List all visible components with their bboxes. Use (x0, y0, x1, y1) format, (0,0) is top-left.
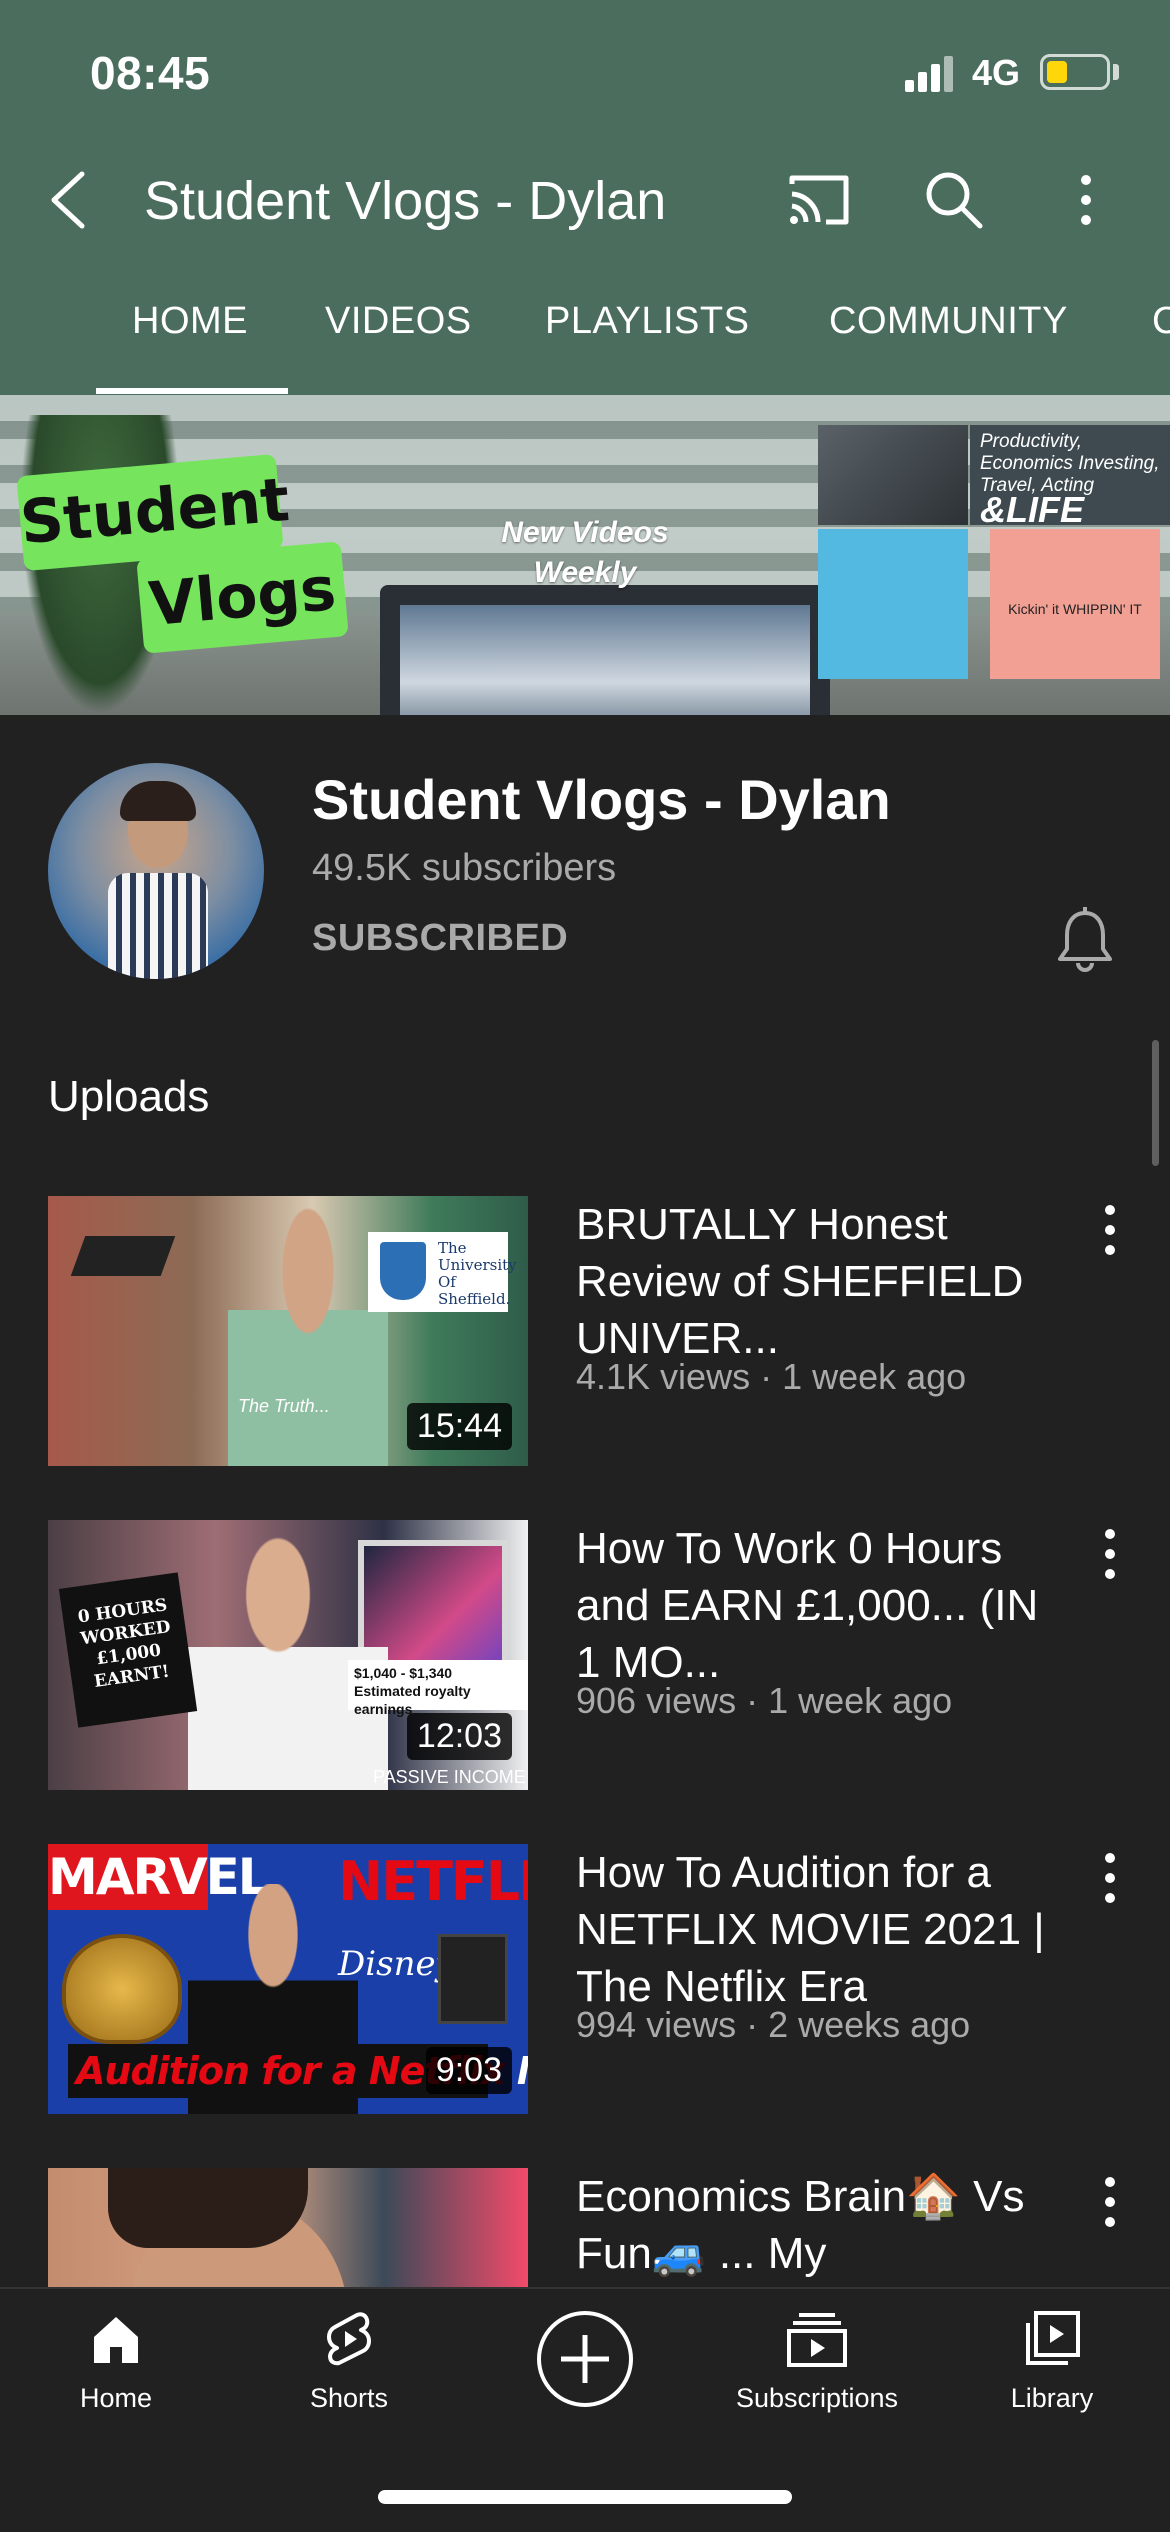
video-duration: 15:44 (406, 1403, 512, 1450)
tab-community[interactable]: COMMUNITY (829, 300, 1068, 343)
thumbnail-hair (108, 2168, 308, 2248)
tab-playlists[interactable]: PLAYLISTS (545, 300, 749, 343)
graduation-cap-graphic (70, 1236, 176, 1276)
nav-shorts-label: Shorts (309, 2383, 389, 2413)
collage-caption: Productivity, Economics Investing, Trave… (980, 431, 1160, 496)
video-row[interactable]: The University Of Sheffield. The Truth..… (0, 1196, 1170, 1476)
nav-library-label: Library (1010, 2383, 1094, 2413)
thumbnail-caption: The Truth... (238, 1396, 330, 1416)
battery-cap (1113, 64, 1119, 80)
channel-header: 08:45 4G Student Vlogs - Dylan HOME VIDE… (0, 0, 1170, 395)
video-meta: 4.1K views · 1 week ago (576, 1356, 967, 1397)
status-time: 08:45 (90, 47, 211, 99)
home-indicator[interactable] (378, 2490, 792, 2504)
channel-banner: Student Vlogs New Videos Weekly Producti… (0, 395, 1170, 715)
back-arrow-icon[interactable] (40, 168, 100, 232)
video-more-icon[interactable] (1092, 1850, 1128, 1906)
notification-bell-icon[interactable] (1055, 907, 1115, 973)
battery-icon (1040, 54, 1110, 90)
signal-icon (905, 56, 955, 92)
channel-name: Student Vlogs - Dylan (312, 768, 891, 831)
nav-subscriptions[interactable]: Subscriptions (717, 2309, 917, 2414)
video-title[interactable]: How To Audition for a NETFLIX MOVIE 2021… (576, 1844, 1046, 2015)
video-title[interactable]: BRUTALLY Honest Review of SHEFFIELD UNIV… (576, 1196, 1046, 1367)
toolbar: Student Vlogs - Dylan (0, 150, 1170, 250)
banner-collage: Productivity, Economics Investing, Trave… (818, 425, 1170, 715)
video-more-icon[interactable] (1092, 1526, 1128, 1582)
uploads-heading: Uploads (48, 1072, 210, 1121)
banner-laptop-screen (400, 605, 810, 715)
video-meta: 906 views · 1 week ago (576, 1680, 953, 1721)
subscriber-count: 49.5K subscribers (312, 847, 617, 889)
tab-home[interactable]: HOME (132, 300, 248, 343)
banner-tagline: New Videos Weekly (480, 513, 690, 593)
tab-channels-partial[interactable]: C (1152, 300, 1170, 343)
nav-shorts[interactable]: Shorts (249, 2309, 449, 2414)
nav-subscriptions-label: Subscriptions (735, 2383, 899, 2413)
scrollbar[interactable] (1152, 1040, 1159, 1166)
thumbnail-person (228, 1206, 388, 1466)
subscriptions-icon (787, 2313, 847, 2367)
banner-tagline-line2: Weekly (533, 556, 637, 589)
marvel-logo: MARVEL (48, 1844, 270, 1910)
tab-videos[interactable]: VIDEOS (325, 300, 472, 343)
video-more-icon[interactable] (1092, 1202, 1128, 1258)
channel-tabs: HOME VIDEOS PLAYLISTS COMMUNITY C (0, 290, 1170, 395)
earnings-card: $1,040 - $1,340 Estimated royalty earnin… (348, 1660, 528, 1717)
audition-movie-text: Movie (517, 2049, 528, 2093)
video-thumbnail[interactable]: The University Of Sheffield. The Truth..… (48, 1196, 528, 1466)
collage-photo-podcast (818, 529, 968, 679)
status-bar: 08:45 4G (0, 0, 1170, 150)
channel-info: Student Vlogs - Dylan 49.5K subscribers … (0, 715, 1170, 1015)
video-thumbnail[interactable]: 0 HOURS WORKED £1,000 EARNT! $1,040 - $1… (48, 1520, 528, 1790)
banner-sticker-vlogs: Vlogs (136, 541, 349, 654)
video-title[interactable]: How To Work 0 Hours and EARN £1,000... (… (576, 1520, 1046, 1691)
shorts-icon (327, 2312, 371, 2366)
video-duration: 12:03 (406, 1713, 512, 1760)
cast-icon[interactable] (786, 170, 852, 230)
wb-logo (62, 1934, 182, 2044)
passive-income-caption: PASSIVE INCOME (373, 1767, 526, 1787)
channel-avatar[interactable] (48, 763, 264, 979)
studio-light-graphic (438, 1934, 508, 2024)
video-meta: 994 views · 2 weeks ago (576, 2004, 971, 2045)
subscribed-button[interactable]: SUBSCRIBED (312, 917, 568, 960)
nav-library[interactable]: Library (952, 2309, 1152, 2414)
video-thumbnail[interactable]: MARVEL NETFLIX Disney+ Audition for a Ne… (48, 1844, 528, 2114)
nav-home-label: Home (79, 2383, 153, 2413)
collage-photo-3: Kickin' it WHIPPIN' IT (990, 529, 1160, 679)
video-title[interactable]: Economics Brain🏠 Vs Fun🚙 ... My (576, 2168, 1046, 2282)
video-row[interactable]: 0 HOURS WORKED £1,000 EARNT! $1,040 - $1… (0, 1520, 1170, 1800)
collage-caption-box: Productivity, Economics Investing, Trave… (970, 425, 1170, 530)
collage-big-text: &LIFE (980, 489, 1084, 530)
video-row[interactable]: MARVEL NETFLIX Disney+ Audition for a Ne… (0, 1844, 1170, 2124)
active-tab-indicator (96, 388, 288, 394)
netflix-logo: NETFLIX (338, 1850, 528, 1913)
create-icon[interactable] (535, 2309, 635, 2409)
home-icon (94, 2317, 138, 2363)
video-duration: 9:03 (425, 2047, 512, 2094)
video-more-icon[interactable] (1092, 2174, 1128, 2230)
audition-text: Audition for a (76, 2049, 358, 2093)
university-crest (380, 1242, 426, 1300)
banner-tagline-line1: New Videos (501, 516, 669, 549)
collage-photo-1 (818, 425, 968, 525)
thumbnail-book-text: 0 HOURS WORKED £1,000 EARNT! (58, 1572, 198, 1728)
toolbar-title: Student Vlogs - Dylan (144, 171, 667, 231)
library-icon (1026, 2311, 1080, 2365)
network-label: 4G (972, 52, 1021, 93)
nav-home[interactable]: Home (16, 2309, 216, 2414)
search-icon[interactable] (922, 168, 986, 232)
more-options-icon[interactable] (1060, 168, 1112, 232)
